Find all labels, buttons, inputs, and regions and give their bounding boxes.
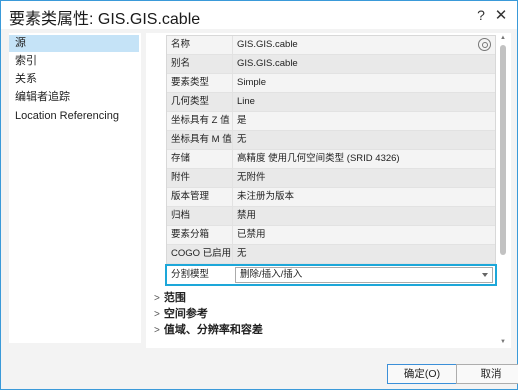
property-key: 存储 xyxy=(167,150,233,168)
sidebar-nav: 源 索引 关系 编辑者追踪 Location Referencing xyxy=(9,33,141,343)
dialog-title: 要素类属性: GIS.GIS.cable xyxy=(9,11,201,28)
property-value: 无附件 xyxy=(233,169,495,187)
sidebar-item-editor-tracking[interactable]: 编辑者追踪 xyxy=(9,89,139,106)
property-row-attachments: 附件 无附件 xyxy=(167,169,495,188)
property-value: 禁用 xyxy=(233,207,495,225)
property-row-archiving: 归档 禁用 xyxy=(167,207,495,226)
feature-class-properties-dialog: 要素类属性: GIS.GIS.cable ? ✕ 源 索引 关系 编辑者追踪 L… xyxy=(0,0,518,390)
property-row-has-m: 坐标具有 M 值 无 xyxy=(167,131,495,150)
property-value: GIS.GIS.cable xyxy=(233,55,495,73)
cancel-button[interactable]: 取消 xyxy=(456,364,518,384)
property-value: 已禁用 xyxy=(233,226,495,244)
property-key: 要素类型 xyxy=(167,74,233,92)
chevron-down-icon xyxy=(482,273,488,277)
property-value: 无 xyxy=(233,131,495,149)
property-key: 版本管理 xyxy=(167,188,233,206)
property-row-feature-type: 要素类型 Simple xyxy=(167,74,495,93)
split-model-dropdown[interactable]: 删除/插入/插入 xyxy=(235,267,493,283)
database-icon[interactable] xyxy=(478,38,491,51)
property-grid: 名称 GIS.GIS.cable 别名 GIS.GIS.cable 要素类型 S… xyxy=(166,35,496,265)
property-key: 别名 xyxy=(167,55,233,73)
property-row-alias: 别名 GIS.GIS.cable xyxy=(167,55,495,74)
property-key: 要素分箱 xyxy=(167,226,233,244)
sidebar-item-source[interactable]: 源 xyxy=(9,35,139,52)
chevron-right-icon: > xyxy=(154,293,160,304)
property-key: 归档 xyxy=(167,207,233,225)
property-value: 高精度 使用几何空间类型 (SRID 4326) xyxy=(233,150,495,168)
property-row-geometry-type: 几何类型 Line xyxy=(167,93,495,112)
section-spatial-reference[interactable]: > 空间参考 xyxy=(154,305,208,321)
help-icon[interactable]: ? xyxy=(471,5,491,25)
chevron-right-icon: > xyxy=(154,325,160,336)
sidebar-item-indexes[interactable]: 索引 xyxy=(9,53,139,70)
section-extent[interactable]: > 范围 xyxy=(154,289,186,305)
property-row-has-z: 坐标具有 Z 值 是 xyxy=(167,112,495,131)
property-row-feature-binning: 要素分箱 已禁用 xyxy=(167,226,495,245)
property-value: 未注册为版本 xyxy=(233,188,495,206)
property-value: GIS.GIS.cable xyxy=(233,36,495,54)
split-model-value: 删除/插入/插入 xyxy=(240,269,303,280)
property-key: 附件 xyxy=(167,169,233,187)
split-model-label: 分割模型 xyxy=(171,269,210,280)
property-value: 是 xyxy=(233,112,495,130)
property-key: COGO 已启用 xyxy=(167,245,233,263)
property-value: Line xyxy=(233,93,495,111)
scrollbar-thumb[interactable] xyxy=(500,45,506,255)
split-model-row: 分割模型 删除/插入/插入 xyxy=(165,264,497,286)
property-row-name: 名称 GIS.GIS.cable xyxy=(167,36,495,55)
property-value: Simple xyxy=(233,74,495,92)
property-row-cogo: COGO 已启用 无 xyxy=(167,245,495,264)
title-bar: 要素类属性: GIS.GIS.cable ? ✕ xyxy=(1,1,517,29)
sidebar-item-location-referencing[interactable]: Location Referencing xyxy=(9,108,139,125)
property-row-storage: 存储 高精度 使用几何空间类型 (SRID 4326) xyxy=(167,150,495,169)
sidebar-item-relationships[interactable]: 关系 xyxy=(9,71,139,88)
ok-button[interactable]: 确定(O) xyxy=(387,364,457,384)
property-row-versioning: 版本管理 未注册为版本 xyxy=(167,188,495,207)
chevron-right-icon: > xyxy=(154,309,160,320)
vertical-scrollbar[interactable]: ▲ ▼ xyxy=(499,35,507,345)
property-key: 几何类型 xyxy=(167,93,233,111)
property-key: 坐标具有 M 值 xyxy=(167,131,233,149)
section-domains-resolution-tolerance[interactable]: > 值域、分辨率和容差 xyxy=(154,321,263,337)
property-key: 坐标具有 Z 值 xyxy=(167,112,233,130)
scroll-down-icon[interactable]: ▼ xyxy=(500,339,506,345)
property-value: 无 xyxy=(233,245,495,263)
property-key: 名称 xyxy=(167,36,233,54)
close-icon[interactable]: ✕ xyxy=(491,5,511,25)
properties-panel: 名称 GIS.GIS.cable 别名 GIS.GIS.cable 要素类型 S… xyxy=(146,33,511,348)
scroll-up-icon[interactable]: ▲ xyxy=(500,35,506,41)
